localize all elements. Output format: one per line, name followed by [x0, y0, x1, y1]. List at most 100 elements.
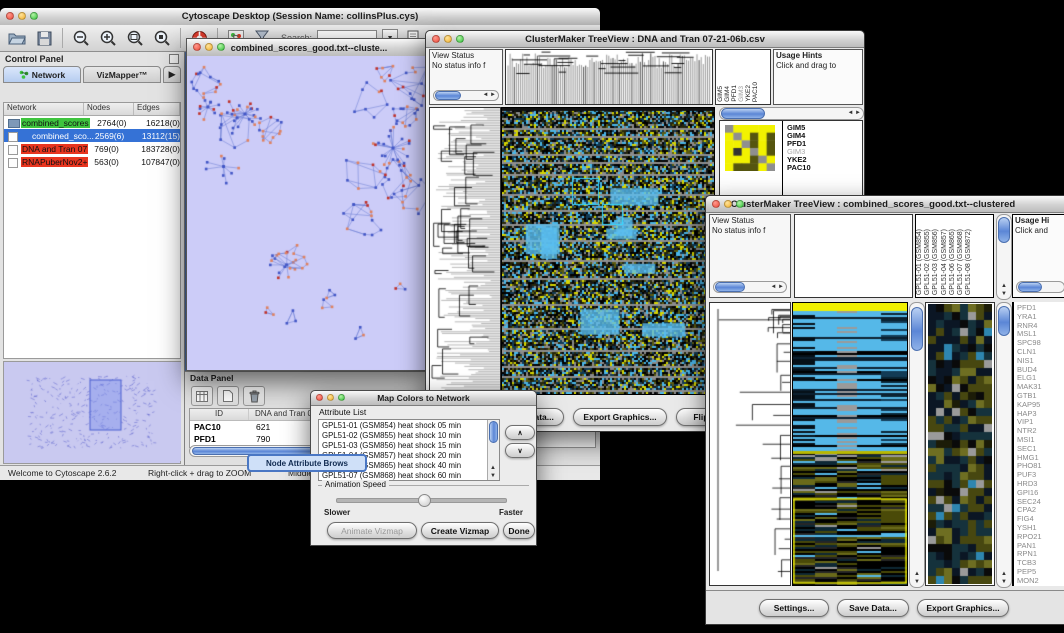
more-tabs-button[interactable]: ▶: [163, 66, 181, 83]
heatmap-hscrollbar[interactable]: ◄ ►: [719, 107, 864, 120]
zoom-fit-icon[interactable]: [124, 27, 146, 49]
network-view-titlebar[interactable]: combined_scores_good.txt--cluste...: [187, 39, 431, 57]
scroll-down-icon[interactable]: ▼: [490, 473, 496, 479]
create-vizmap-button[interactable]: Create Vizmap: [421, 522, 499, 539]
expression-heatmap-box[interactable]: [792, 302, 908, 586]
network-view-canvas[interactable]: [187, 56, 431, 370]
select-attributes-icon[interactable]: [191, 386, 213, 406]
network-row-icon: [7, 144, 19, 153]
move-down-button[interactable]: ∨: [505, 443, 535, 458]
gene-list[interactable]: PFD1YRA1RNR4MSL1SPC98CLN1NIS1BUD4ELG1MAK…: [1012, 302, 1064, 586]
usage-hints-text: Click and drag to: [774, 60, 862, 70]
minimize-button[interactable]: [444, 35, 452, 43]
close-button[interactable]: [432, 35, 440, 43]
usage-hints-scrollbar[interactable]: [1016, 281, 1064, 293]
column-label: PFD1: [731, 85, 738, 102]
minimize-button[interactable]: [18, 12, 26, 20]
delete-attribute-icon[interactable]: [243, 386, 265, 406]
zoom-heatmap-canvas[interactable]: [928, 304, 992, 584]
network-table-row[interactable]: DNA and Tran 07 769(0) 183728(0): [4, 142, 180, 155]
slider-thumb[interactable]: [418, 494, 431, 507]
attribute-list-item[interactable]: GPL51-03 (GSM856) heat shock 15 min: [320, 441, 487, 451]
heatmap-vscrollbar[interactable]: ▲ ▼: [909, 302, 925, 588]
zoom-heatmap-panel[interactable]: [925, 302, 995, 586]
zoom-in-icon[interactable]: [97, 27, 119, 49]
main-titlebar[interactable]: Cytoscape Desktop (Session Name: collins…: [0, 8, 600, 26]
close-button[interactable]: [316, 394, 323, 401]
labels-vscrollbar[interactable]: ▲ ▼: [996, 214, 1012, 300]
view-status-scrollbar[interactable]: ◄ ►: [713, 281, 787, 293]
network-table-body: combined_scores 2764(0) 16218(0) combine…: [4, 116, 180, 168]
export-graphics-button[interactable]: Export Graphics...: [917, 599, 1009, 617]
scroll-arrows-icon[interactable]: ◄ ►: [847, 110, 861, 116]
row-dendrogram-canvas[interactable]: [430, 108, 500, 394]
export-graphics-button[interactable]: Export Graphics...: [573, 408, 667, 426]
zoom-out-icon[interactable]: [70, 27, 92, 49]
view-status-scrollbar[interactable]: ◄ ►: [433, 90, 499, 101]
scroll-up-icon[interactable]: ▲: [490, 465, 496, 471]
treeview1-titlebar[interactable]: ClusterMaker TreeView : DNA and Tran 07-…: [426, 31, 864, 48]
scroll-up-icon[interactable]: ▲: [914, 571, 920, 577]
column-dendrogram-canvas[interactable]: [506, 50, 712, 104]
scroll-down-icon[interactable]: ▼: [914, 579, 920, 585]
settings-button[interactable]: Settings...: [759, 599, 829, 617]
yellow-matrix-canvas[interactable]: [725, 125, 775, 171]
zoom-button[interactable]: [217, 43, 225, 51]
float-panel-icon[interactable]: [169, 54, 179, 64]
node-attribute-browser-tab[interactable]: Node Attribute Brows: [247, 454, 367, 472]
birdseye-canvas[interactable]: [4, 362, 181, 461]
minimize-button[interactable]: [724, 200, 732, 208]
scroll-up-icon[interactable]: ▲: [1001, 571, 1007, 577]
scroll-arrows-icon[interactable]: ◄ ►: [770, 284, 784, 290]
new-attribute-icon[interactable]: [217, 386, 239, 406]
network-table-row[interactable]: combined_sco... 2569(6) 13112(15): [4, 129, 180, 142]
heatmap-box[interactable]: [501, 107, 715, 395]
done-button[interactable]: Done: [503, 522, 535, 539]
dialog-titlebar[interactable]: Map Colors to Network: [311, 391, 536, 406]
close-button[interactable]: [712, 200, 720, 208]
save-session-icon[interactable]: [33, 27, 55, 49]
attribute-list-scrollbar[interactable]: ▲ ▼: [487, 420, 499, 480]
row-dendrogram-box[interactable]: [429, 107, 501, 395]
network-table-row[interactable]: RNAPuberNov2+ 563(0) 107847(0): [4, 155, 180, 168]
zoom-button[interactable]: [338, 394, 345, 401]
minimize-button[interactable]: [205, 43, 213, 51]
animation-speed-slider[interactable]: [336, 498, 507, 503]
column-label: GIM5: [717, 86, 724, 102]
heatmap-canvas[interactable]: [502, 108, 714, 394]
zoom-button[interactable]: [30, 12, 38, 20]
gene-dendrogram-box[interactable]: [709, 302, 791, 586]
gene-list-item[interactable]: MON2: [1017, 577, 1064, 586]
tab-vizmapper[interactable]: VizMapper™: [83, 66, 161, 83]
usage-hints-title: Usage Hi: [1013, 215, 1064, 225]
scroll-arrows-icon[interactable]: ◄ ►: [482, 92, 496, 98]
move-up-button[interactable]: ∧: [505, 425, 535, 440]
top-dendrogram-box[interactable]: [794, 214, 913, 298]
attribute-list-item[interactable]: GPL51-01 (GSM854) heat shock 05 min: [320, 421, 487, 431]
window-controls: [432, 35, 464, 43]
column-dendrogram-box[interactable]: [505, 49, 713, 105]
scroll-up-icon[interactable]: ▲: [1001, 283, 1007, 289]
scroll-down-icon[interactable]: ▼: [1001, 291, 1007, 297]
animate-vizmap-button[interactable]: Animate Vizmap: [327, 522, 417, 539]
scroll-down-icon[interactable]: ▼: [1001, 579, 1007, 585]
attribute-list-item[interactable]: GPL51-02 (GSM855) heat shock 10 min: [320, 431, 487, 441]
close-button[interactable]: [6, 12, 14, 20]
minimize-button[interactable]: [327, 394, 334, 401]
gene-dendrogram-canvas[interactable]: [710, 303, 790, 585]
save-data-button[interactable]: Save Data...: [837, 599, 909, 617]
network-view-window: combined_scores_good.txt--cluste...: [186, 38, 432, 371]
birdseye-overview[interactable]: [3, 361, 181, 464]
expression-heatmap-canvas[interactable]: [793, 303, 907, 585]
zoom-button[interactable]: [736, 200, 744, 208]
network-table-row[interactable]: combined_scores 2764(0) 16218(0): [4, 116, 180, 129]
tab-network[interactable]: Network: [3, 66, 81, 83]
treeview2-titlebar[interactable]: ClusterMaker TreeView : combined_scores_…: [706, 196, 1064, 213]
zoom-button[interactable]: [456, 35, 464, 43]
close-button[interactable]: [193, 43, 201, 51]
toolbar-separator: [62, 28, 63, 48]
animation-speed-group: Animation Speed Slower Faster: [318, 485, 529, 520]
genelist-vscrollbar[interactable]: ▲ ▼: [996, 302, 1012, 588]
zoom-selected-icon[interactable]: [151, 27, 173, 49]
open-session-icon[interactable]: [6, 27, 28, 49]
